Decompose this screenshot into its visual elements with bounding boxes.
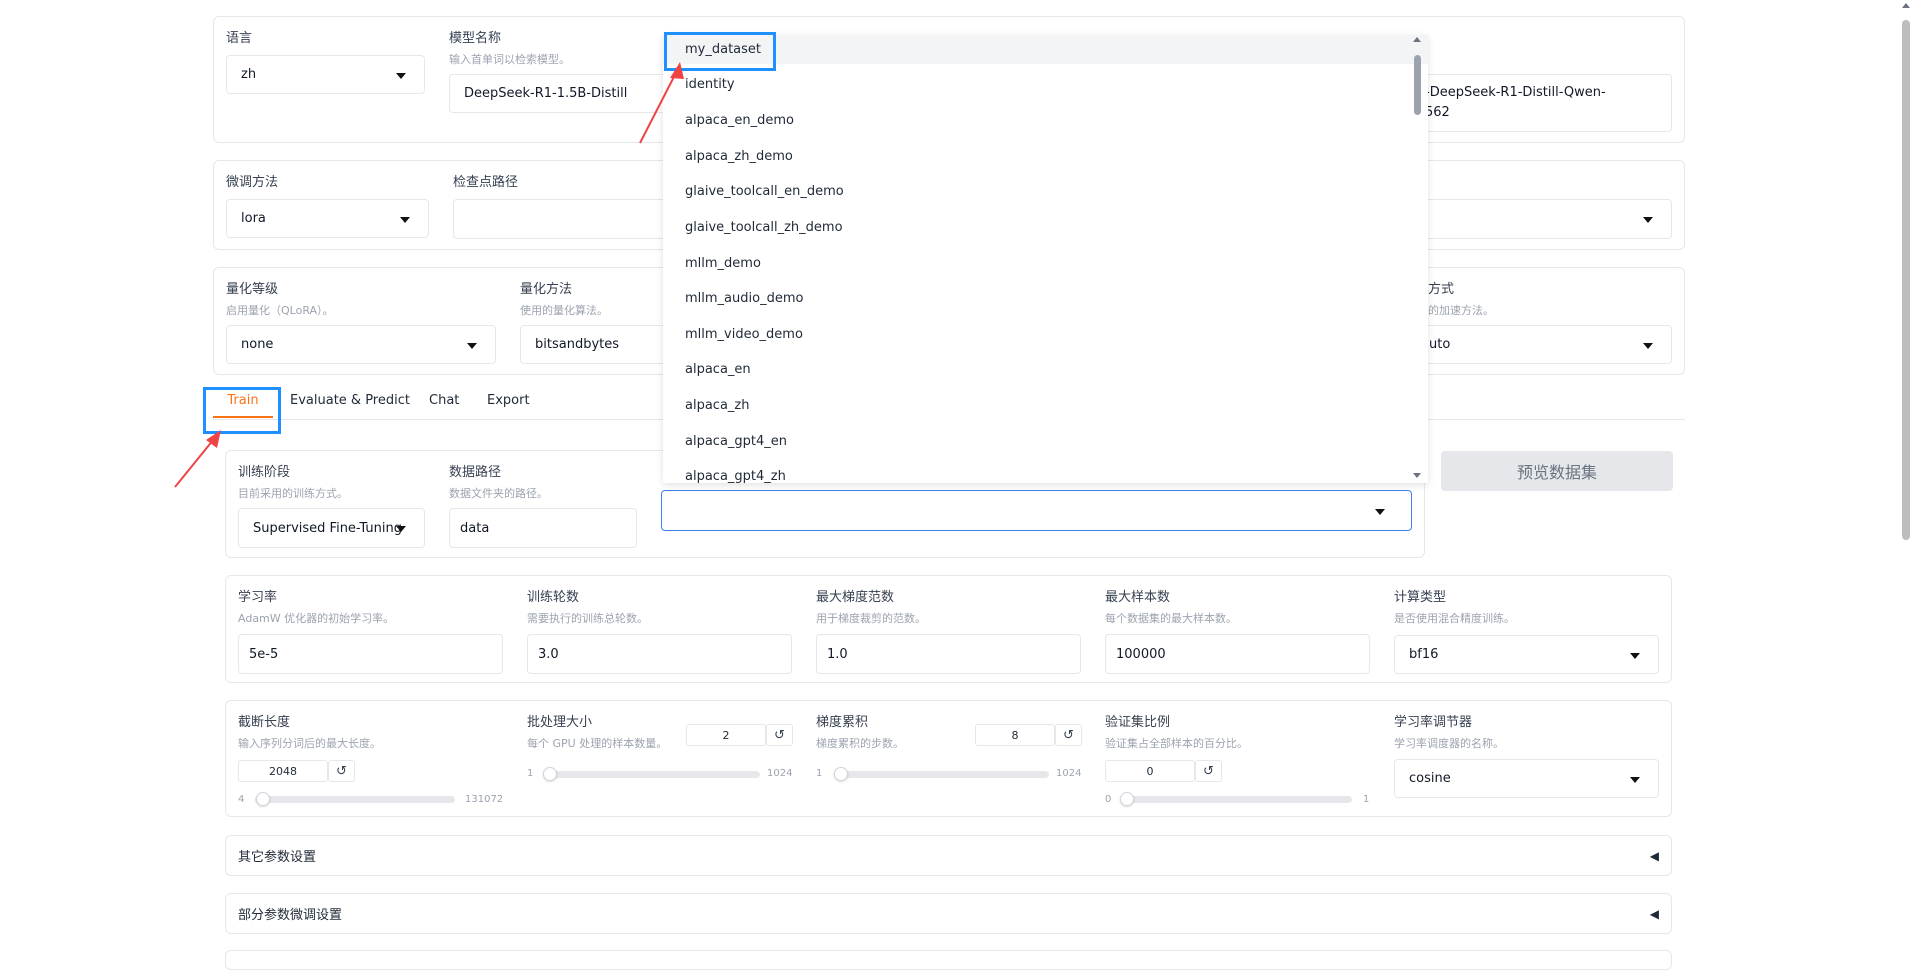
arrow-to-option-head: [670, 62, 684, 79]
page-scrollbar-thumb[interactable]: [1902, 20, 1910, 540]
page-scrollbar-up-icon[interactable]: [1902, 3, 1910, 8]
annotation-arrows: [174, 62, 684, 488]
